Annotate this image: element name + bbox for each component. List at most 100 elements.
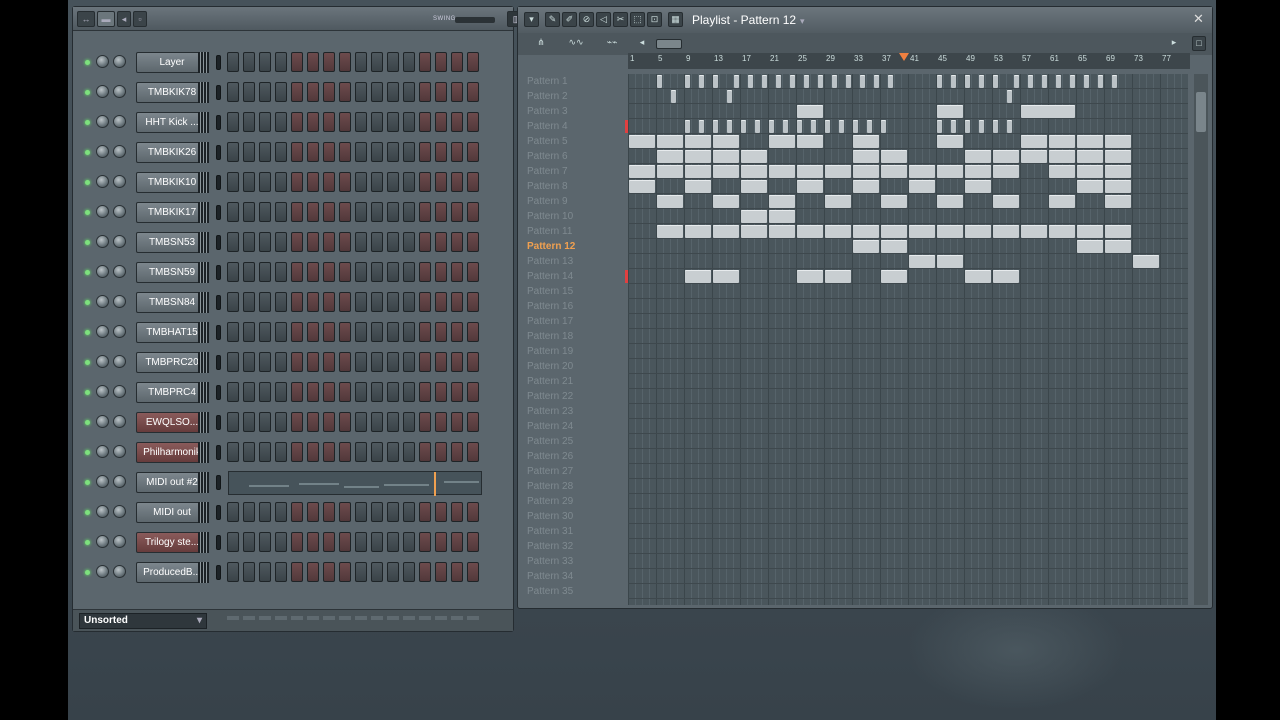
pattern-clip[interactable] (825, 270, 851, 283)
pattern-clip[interactable] (965, 180, 991, 193)
step-button[interactable] (339, 202, 351, 222)
step-button[interactable] (355, 382, 367, 402)
step-button[interactable] (355, 82, 367, 102)
step-button[interactable] (243, 292, 255, 312)
pattern-row-label[interactable]: Pattern 19 (527, 344, 573, 359)
step-button[interactable] (243, 112, 255, 132)
step-button[interactable] (243, 52, 255, 72)
pattern-clip[interactable] (629, 135, 655, 148)
step-button[interactable] (307, 82, 319, 102)
step-button[interactable] (355, 142, 367, 162)
step-button[interactable] (291, 412, 303, 432)
step-button[interactable] (307, 532, 319, 552)
step-button[interactable] (275, 382, 287, 402)
step-button[interactable] (435, 262, 447, 282)
pattern-clip[interactable] (755, 120, 760, 133)
step-button[interactable] (275, 502, 287, 522)
step-button[interactable] (323, 352, 335, 372)
step-button[interactable] (451, 532, 463, 552)
playlist-menu-icon[interactable]: ▾ (524, 12, 539, 27)
step-button[interactable] (467, 532, 479, 552)
pattern-clip[interactable] (671, 90, 676, 103)
pattern-row-label[interactable]: Pattern 35 (527, 584, 573, 599)
pattern-clip[interactable] (993, 195, 1019, 208)
step-button[interactable] (339, 322, 351, 342)
pattern-row-label[interactable]: Pattern 23 (527, 404, 573, 419)
pattern-clip[interactable] (874, 75, 879, 88)
channel-pan-knob[interactable] (96, 145, 109, 158)
channel-pan-knob[interactable] (96, 205, 109, 218)
step-button[interactable] (451, 202, 463, 222)
step-button[interactable] (243, 382, 255, 402)
pattern-clip[interactable] (1056, 75, 1061, 88)
step-button[interactable] (371, 562, 383, 582)
step-button[interactable] (355, 232, 367, 252)
step-button[interactable] (339, 232, 351, 252)
step-button[interactable] (419, 142, 431, 162)
pattern-clip[interactable] (853, 150, 879, 163)
pattern-clip[interactable] (965, 75, 970, 88)
playlist-grid[interactable] (625, 74, 1188, 605)
step-button[interactable] (339, 112, 351, 132)
delete-tool-icon[interactable]: ⊘ (579, 12, 594, 27)
pattern-clip[interactable] (699, 75, 704, 88)
step-button[interactable] (227, 382, 239, 402)
pattern-clip[interactable] (951, 120, 956, 133)
pattern-clip[interactable] (818, 75, 823, 88)
step-button[interactable] (307, 382, 319, 402)
pattern-row-label[interactable]: Pattern 1 (527, 74, 568, 89)
playhead-marker[interactable] (899, 53, 909, 61)
channel-select-slot[interactable] (216, 205, 221, 220)
step-button[interactable] (227, 262, 239, 282)
step-button[interactable] (371, 412, 383, 432)
step-button[interactable] (467, 412, 479, 432)
step-button[interactable] (259, 352, 271, 372)
step-button[interactable] (339, 262, 351, 282)
step-button[interactable] (259, 442, 271, 462)
step-button[interactable] (259, 262, 271, 282)
step-button[interactable] (323, 292, 335, 312)
pattern-clip[interactable] (797, 120, 802, 133)
step-button[interactable] (259, 232, 271, 252)
pattern-row-label[interactable]: Pattern 24 (527, 419, 573, 434)
step-button[interactable] (371, 352, 383, 372)
maximize-icon[interactable]: □ (1192, 36, 1206, 51)
step-button[interactable] (275, 532, 287, 552)
pattern-clip[interactable] (1105, 240, 1131, 253)
step-button[interactable] (435, 502, 447, 522)
pattern-clip[interactable] (1077, 180, 1103, 193)
step-button[interactable] (227, 112, 239, 132)
step-button[interactable] (419, 322, 431, 342)
step-button[interactable] (403, 502, 415, 522)
step-button[interactable] (275, 412, 287, 432)
step-button[interactable] (451, 292, 463, 312)
pattern-row-label[interactable]: Pattern 4 (527, 119, 568, 134)
channel-pan-knob[interactable] (96, 475, 109, 488)
step-button[interactable] (291, 52, 303, 72)
step-button[interactable] (451, 262, 463, 282)
pattern-clip[interactable] (685, 270, 711, 283)
step-button[interactable] (451, 232, 463, 252)
step-button[interactable] (259, 502, 271, 522)
step-button[interactable] (275, 352, 287, 372)
pattern-clip[interactable] (685, 75, 690, 88)
pattern-clip[interactable] (909, 255, 935, 268)
step-button[interactable] (451, 382, 463, 402)
step-button[interactable] (419, 232, 431, 252)
channel-volume-knob[interactable] (113, 325, 126, 338)
channel-mute-led[interactable] (85, 540, 90, 545)
pattern-clip[interactable] (909, 165, 935, 178)
pattern-clip[interactable] (909, 180, 935, 193)
step-button[interactable] (339, 172, 351, 192)
pattern-row-label[interactable]: Pattern 25 (527, 434, 573, 449)
step-button[interactable] (227, 172, 239, 192)
pattern-clip[interactable] (685, 180, 711, 193)
step-button[interactable] (291, 532, 303, 552)
channel-mute-led[interactable] (85, 450, 90, 455)
channel-volume-knob[interactable] (113, 235, 126, 248)
pattern-clip[interactable] (1021, 225, 1047, 238)
slice-tool-icon[interactable]: ✂ (613, 12, 628, 27)
channel-pan-knob[interactable] (96, 295, 109, 308)
channel-select-slot[interactable] (216, 535, 221, 550)
step-button[interactable] (227, 82, 239, 102)
